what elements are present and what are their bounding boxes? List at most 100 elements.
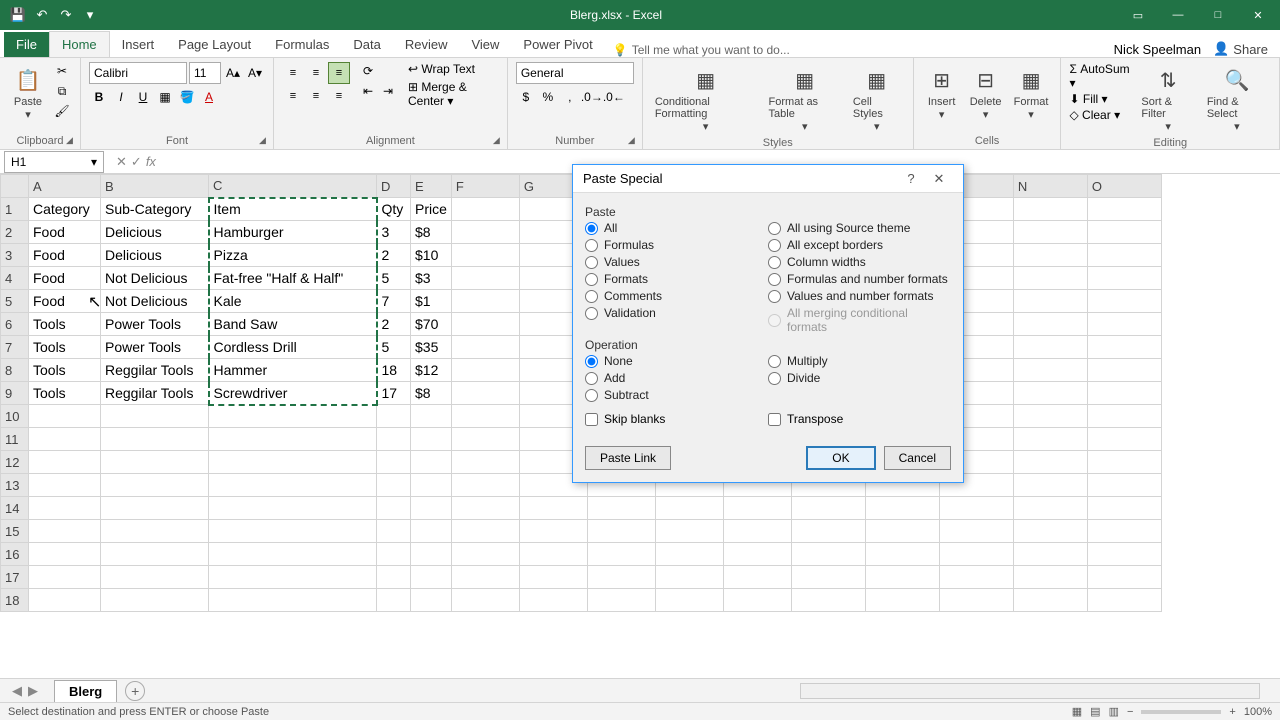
- share-button[interactable]: 👤 Share: [1213, 41, 1268, 57]
- radio-option[interactable]: None: [585, 354, 768, 368]
- cell[interactable]: [939, 497, 1013, 520]
- cancel-formula-icon[interactable]: ✕: [116, 154, 127, 170]
- cell[interactable]: [411, 405, 452, 428]
- insert-cells-button[interactable]: ⊞ Insert▾: [922, 62, 962, 123]
- cell[interactable]: [1013, 451, 1087, 474]
- cell[interactable]: [723, 566, 791, 589]
- cell[interactable]: Tools: [29, 382, 101, 405]
- cell[interactable]: [101, 451, 209, 474]
- radio-option[interactable]: All except borders: [768, 238, 951, 252]
- cell[interactable]: Delicious: [101, 221, 209, 244]
- cell[interactable]: Delicious: [101, 244, 209, 267]
- row-header[interactable]: 7: [1, 336, 29, 359]
- decrease-font-icon[interactable]: A▾: [245, 64, 265, 82]
- font-name-select[interactable]: [89, 62, 187, 84]
- cell[interactable]: [791, 543, 865, 566]
- cell[interactable]: [411, 451, 452, 474]
- cell[interactable]: [29, 566, 101, 589]
- cell[interactable]: [451, 405, 519, 428]
- cell[interactable]: [1013, 359, 1087, 382]
- cell[interactable]: $35: [411, 336, 452, 359]
- increase-decimal-icon[interactable]: .0→: [582, 88, 602, 106]
- column-header[interactable]: O: [1087, 175, 1161, 198]
- radio-option[interactable]: All using Source theme: [768, 221, 951, 235]
- cell[interactable]: Food: [29, 290, 101, 313]
- cell[interactable]: [101, 589, 209, 612]
- cell[interactable]: [1087, 451, 1161, 474]
- cell[interactable]: [451, 313, 519, 336]
- zoom-slider[interactable]: [1141, 710, 1221, 714]
- cell[interactable]: [451, 566, 519, 589]
- row-header[interactable]: 6: [1, 313, 29, 336]
- select-all-corner[interactable]: [1, 175, 29, 198]
- cell[interactable]: [723, 497, 791, 520]
- radio-option[interactable]: Add: [585, 371, 768, 385]
- decrease-decimal-icon[interactable]: .0←: [604, 88, 624, 106]
- cell-styles-button[interactable]: ▦ Cell Styles▾: [849, 62, 905, 135]
- radio-option[interactable]: Formats: [585, 272, 768, 286]
- font-size-select[interactable]: [189, 62, 221, 84]
- cell[interactable]: [451, 244, 519, 267]
- cell[interactable]: [865, 566, 939, 589]
- cell[interactable]: [519, 520, 587, 543]
- number-launcher-icon[interactable]: ◢: [628, 135, 640, 147]
- font-launcher-icon[interactable]: ◢: [259, 135, 271, 147]
- row-header[interactable]: 11: [1, 428, 29, 451]
- paste-button[interactable]: 📋 Paste ▾: [8, 62, 48, 123]
- tab-data[interactable]: Data: [341, 32, 392, 57]
- qat-customize-icon[interactable]: ▾: [82, 7, 98, 23]
- number-format-select[interactable]: [516, 62, 634, 84]
- cell[interactable]: Power Tools: [101, 313, 209, 336]
- column-header[interactable]: F: [451, 175, 519, 198]
- cell[interactable]: Food: [29, 244, 101, 267]
- underline-button[interactable]: U: [133, 88, 153, 106]
- cell[interactable]: [1013, 198, 1087, 221]
- format-painter-icon[interactable]: 🖌: [52, 102, 72, 120]
- accounting-format-icon[interactable]: $: [516, 88, 536, 106]
- align-bottom-icon[interactable]: ≡: [328, 62, 350, 84]
- tab-formulas[interactable]: Formulas: [263, 32, 341, 57]
- column-header[interactable]: D: [377, 175, 411, 198]
- cell[interactable]: [519, 589, 587, 612]
- bold-button[interactable]: B: [89, 88, 109, 106]
- cell[interactable]: [209, 520, 377, 543]
- row-header[interactable]: 9: [1, 382, 29, 405]
- cell[interactable]: [1087, 359, 1161, 382]
- cell[interactable]: [939, 543, 1013, 566]
- cell[interactable]: [101, 543, 209, 566]
- cell[interactable]: [1013, 474, 1087, 497]
- cell[interactable]: $70: [411, 313, 452, 336]
- cell[interactable]: [451, 474, 519, 497]
- cell[interactable]: [451, 359, 519, 382]
- cell[interactable]: [1087, 520, 1161, 543]
- cell[interactable]: Fat-free "Half & Half": [209, 267, 377, 290]
- radio-option[interactable]: Divide: [768, 371, 951, 385]
- cell[interactable]: [1013, 589, 1087, 612]
- cell[interactable]: Reggilar Tools: [101, 382, 209, 405]
- cell[interactable]: Not Delicious: [101, 267, 209, 290]
- cell[interactable]: [451, 198, 519, 221]
- cell[interactable]: [209, 474, 377, 497]
- sheet-tab[interactable]: Blerg: [54, 680, 117, 702]
- cell[interactable]: $8: [411, 221, 452, 244]
- row-header[interactable]: 17: [1, 566, 29, 589]
- tab-insert[interactable]: Insert: [110, 32, 167, 57]
- cell[interactable]: [209, 589, 377, 612]
- cell[interactable]: [1087, 290, 1161, 313]
- cell[interactable]: Power Tools: [101, 336, 209, 359]
- cell[interactable]: [411, 474, 452, 497]
- cell[interactable]: Food: [29, 221, 101, 244]
- row-header[interactable]: 12: [1, 451, 29, 474]
- radio-option[interactable]: Formulas: [585, 238, 768, 252]
- cell[interactable]: [1013, 520, 1087, 543]
- align-top-icon[interactable]: ≡: [282, 62, 304, 84]
- cell[interactable]: [655, 543, 723, 566]
- row-header[interactable]: 2: [1, 221, 29, 244]
- cell[interactable]: [101, 405, 209, 428]
- cell[interactable]: [939, 520, 1013, 543]
- cell[interactable]: [451, 382, 519, 405]
- cell[interactable]: [939, 589, 1013, 612]
- cell[interactable]: Pizza: [209, 244, 377, 267]
- radio-option[interactable]: Comments: [585, 289, 768, 303]
- align-right-icon[interactable]: ≡: [328, 85, 350, 107]
